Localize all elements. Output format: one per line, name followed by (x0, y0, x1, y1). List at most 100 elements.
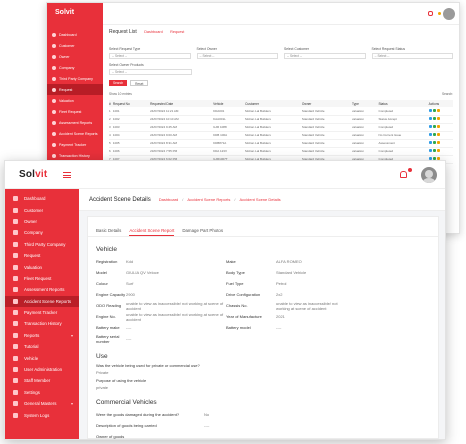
back-sidebar-item[interactable]: Valuation (47, 95, 103, 106)
table-cell: valuation (352, 123, 379, 132)
view-icon[interactable] (428, 108, 432, 112)
notification-dot-icon (438, 12, 441, 15)
download-icon[interactable] (436, 133, 440, 136)
menu-icon (52, 87, 56, 92)
avatar[interactable] (443, 8, 455, 20)
download-icon[interactable] (436, 149, 440, 152)
sidebar-item-label: Valuation (24, 264, 42, 270)
field-label: Battery model (226, 325, 251, 330)
view-icon[interactable] (428, 117, 432, 120)
sidebar-item-request[interactable]: Request (5, 250, 79, 261)
back-breadcrumb-1[interactable]: Request (170, 30, 184, 34)
show-entries-select[interactable]: Show 10 entries (109, 92, 132, 96)
table-cell: 1001 (112, 107, 151, 116)
sidebar-item-owner[interactable]: Owner (5, 216, 79, 227)
search-button[interactable]: Search (109, 80, 128, 86)
user-avatar[interactable] (421, 167, 437, 183)
sidebar-item-system-logs[interactable]: System Logs (5, 409, 79, 420)
table-header-cell: Type (352, 100, 379, 107)
edit-icon[interactable] (432, 125, 436, 128)
sidebar-item-payment-tracker[interactable]: Payment Tracker (5, 307, 79, 318)
request-icon (13, 253, 18, 259)
sidebar-item-accident-scene-reports[interactable]: Accident Scene Reports (5, 295, 79, 307)
table-actions-cell (428, 147, 453, 156)
page-title: Accident Scene Details (89, 196, 151, 203)
tutorial-icon (13, 344, 18, 350)
table-search-label[interactable]: Search: (442, 92, 453, 96)
edit-icon[interactable] (432, 149, 436, 152)
edit-icon[interactable] (432, 133, 436, 136)
back-sidebar-item[interactable]: Third Party Company (47, 73, 103, 84)
sidebar-item-label: Payment Tracker (24, 310, 58, 316)
sidebar-item-user-administration[interactable]: User Administration (5, 364, 79, 375)
view-icon[interactable] (428, 149, 432, 152)
breadcrumb-separator: / (182, 197, 184, 202)
view-icon[interactable] (428, 133, 432, 136)
back-sidebar-item[interactable]: Accident Scene Reports (47, 128, 103, 139)
breadcrumb-accident-scene-reports[interactable]: Accident Scene Reports (187, 197, 230, 202)
sidebar-item-valuation[interactable]: Valuation (5, 261, 79, 272)
field-label: Chassis No. (226, 303, 248, 308)
field-label: Engine No. (96, 314, 116, 319)
download-icon[interactable] (436, 141, 440, 144)
sidebar-item-reports[interactable]: Reports ▾ (5, 330, 79, 341)
back-sidebar-item[interactable]: Dashboard (47, 29, 103, 40)
sidebar-item-fleet-request[interactable]: Fleet Request (5, 273, 79, 284)
download-icon[interactable] (436, 117, 440, 120)
menu-toggle-icon[interactable] (63, 172, 71, 178)
back-sidebar-item[interactable]: Request (47, 84, 103, 95)
back-sidebar-item[interactable]: Payment Tracker (47, 139, 103, 150)
back-sidebar-item[interactable]: Customer (47, 40, 103, 51)
tab-basic-details[interactable]: Basic Details (96, 225, 121, 236)
sidebar-item-assessment-reports[interactable]: Assessment Reports (5, 284, 79, 295)
back-sidebar-item-label: Accident Scene Reports (59, 131, 98, 136)
download-icon[interactable] (436, 108, 440, 112)
download-icon[interactable] (436, 125, 440, 128)
back-filter-select[interactable]: -- Select -- (196, 53, 278, 59)
tab-accident-scene-report[interactable]: Accident Scene Report (129, 225, 175, 236)
reset-button[interactable]: Reset (130, 80, 149, 86)
sidebar-item-tutorial[interactable]: Tutorial (5, 341, 79, 352)
table-cell: 1006 (112, 147, 151, 156)
question-label: Was the vehicle being used for private o… (96, 363, 200, 368)
back-sidebar-item[interactable]: Owner (47, 51, 103, 62)
view-icon[interactable] (428, 125, 432, 128)
back-sidebar-item[interactable]: Assessment Reports (47, 117, 103, 128)
field-label (226, 333, 276, 344)
table-header-cell: Vehicle (213, 100, 246, 107)
sidebar-item-transaction-history[interactable]: Transaction History (5, 318, 79, 329)
request-table: # Request No Requested Date Vehicle Customer… (109, 100, 453, 164)
sidebar-item-dashboard[interactable]: Dashboard (5, 193, 79, 204)
sidebar-item-settings[interactable]: Settings (5, 387, 79, 398)
edit-icon[interactable] (432, 117, 436, 120)
tab-damage-part-photos[interactable]: Damage Part Photos (182, 225, 223, 236)
edit-icon[interactable] (432, 141, 436, 144)
bell-icon[interactable] (400, 171, 407, 178)
bell-icon[interactable] (428, 11, 433, 16)
back-filter-select[interactable]: -- Select -- (284, 53, 366, 59)
sidebar-item-staff-member[interactable]: Staff Member (5, 375, 79, 386)
sidebar-item-label: System Logs (24, 412, 50, 418)
sidebar-item-vehicle[interactable]: Vehicle (5, 352, 79, 363)
sidebar-item-company[interactable]: Company (5, 227, 79, 238)
sidebar-item-third-party-company[interactable]: Third Party Company (5, 239, 79, 250)
breadcrumb-dashboard[interactable]: Dashboard (159, 197, 179, 202)
back-breadcrumb-0[interactable]: Dashboard (144, 30, 163, 34)
edit-icon[interactable] (432, 108, 436, 112)
use-section: Use Was the vehicle being used for priva… (88, 353, 438, 390)
field-value: GIULIA QV Veloce (126, 270, 159, 275)
back-filter-select[interactable]: -- Select -- (109, 53, 191, 59)
back-sidebar-item[interactable]: Fleet Request (47, 106, 103, 117)
field-value: Petrol (276, 281, 287, 286)
vehicle-icon (13, 355, 18, 361)
sidebar-item-customer[interactable]: Customer (5, 204, 79, 215)
use-questions: Was the vehicle being used for private o… (96, 363, 430, 390)
back-filter-select[interactable]: -- Select -- (371, 53, 453, 59)
field-value: ---- (126, 325, 132, 330)
sidebar-item-general-masters[interactable]: General Masters ▾ (5, 398, 79, 409)
view-icon[interactable] (428, 141, 432, 144)
table-header-cell: Requested Date (150, 100, 214, 107)
back-sidebar-item[interactable]: Company (47, 62, 103, 73)
back-extra-filter-select[interactable]: -- Select -- (109, 69, 192, 75)
field-value: unable to view as inaccessible/ not work… (276, 300, 338, 311)
